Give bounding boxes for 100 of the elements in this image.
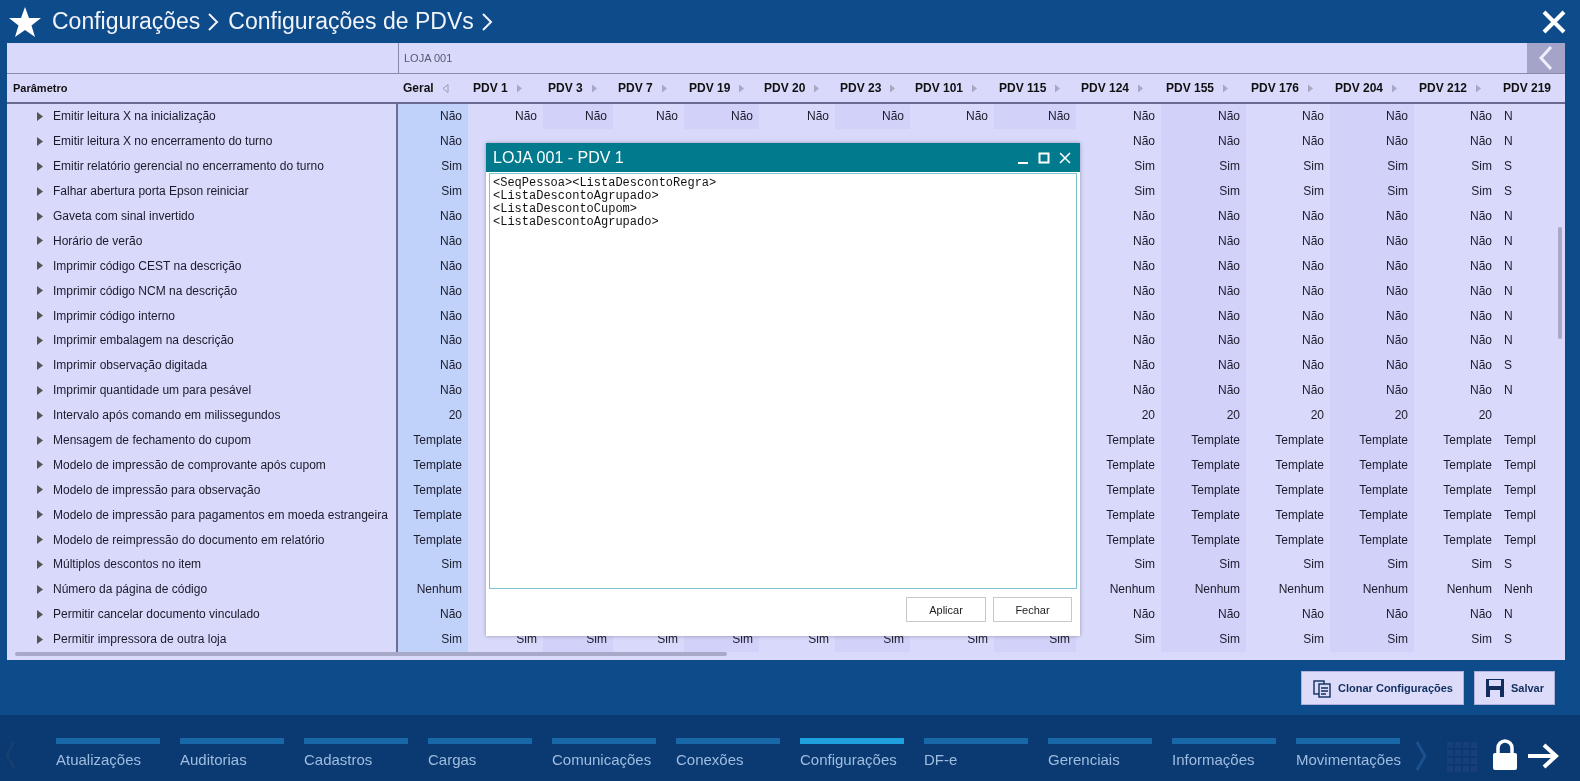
- table-cell[interactable]: Não: [1330, 352, 1414, 378]
- table-cell[interactable]: Não: [1330, 377, 1414, 403]
- column-header[interactable]: PDV 101: [915, 81, 964, 95]
- nav-tab[interactable]: Gerenciais: [1048, 715, 1172, 768]
- table-cell[interactable]: Não: [468, 104, 543, 129]
- nav-tab[interactable]: Conexões: [676, 715, 800, 768]
- table-cell[interactable]: Não: [835, 104, 910, 129]
- table-cell[interactable]: Não: [1246, 601, 1330, 627]
- table-cell[interactable]: 20: [1076, 402, 1161, 428]
- table-cell[interactable]: Não: [1246, 228, 1330, 254]
- table-cell[interactable]: Template: [1076, 427, 1161, 453]
- table-cell[interactable]: Não: [1161, 601, 1246, 627]
- column-header[interactable]: PDV 204: [1335, 81, 1384, 95]
- table-cell[interactable]: Não: [398, 303, 468, 328]
- table-cell[interactable]: Não: [1330, 128, 1414, 154]
- table-cell[interactable]: N: [1498, 128, 1553, 154]
- table-cell[interactable]: Sim: [1076, 626, 1161, 652]
- table-cell[interactable]: Nenhum: [1330, 576, 1414, 602]
- table-cell[interactable]: Nenhum: [1414, 576, 1498, 602]
- dialog-button[interactable]: Aplicar: [906, 597, 986, 622]
- table-cell[interactable]: Não: [613, 104, 684, 129]
- expand-arrow-icon[interactable]: [37, 460, 43, 470]
- table-cell[interactable]: Template: [1330, 452, 1414, 478]
- nav-tab[interactable]: Atualizações: [56, 715, 180, 768]
- table-cell[interactable]: N: [1498, 203, 1553, 229]
- table-cell[interactable]: Nenh: [1498, 576, 1553, 602]
- table-cell[interactable]: Não: [1414, 128, 1498, 154]
- table-cell[interactable]: Não: [1161, 228, 1246, 254]
- table-cell[interactable]: S: [1498, 626, 1553, 652]
- table-cell[interactable]: Template: [398, 427, 468, 453]
- expand-arrow-icon[interactable]: [37, 435, 43, 445]
- expand-arrow-icon[interactable]: [37, 236, 43, 246]
- table-cell[interactable]: Template: [1414, 477, 1498, 503]
- table-cell[interactable]: Não: [1414, 328, 1498, 353]
- table-cell[interactable]: Não: [1414, 278, 1498, 304]
- table-cell[interactable]: Não: [1246, 203, 1330, 229]
- table-cell[interactable]: Não: [398, 601, 468, 627]
- table-cell[interactable]: Sim: [1076, 178, 1161, 204]
- table-cell[interactable]: Template: [1246, 452, 1330, 478]
- table-cell[interactable]: Sim: [398, 178, 468, 204]
- nav-tab[interactable]: Cadastros: [304, 715, 428, 768]
- table-cell[interactable]: Sim: [1161, 552, 1246, 577]
- table-cell[interactable]: Template: [1414, 452, 1498, 478]
- table-cell[interactable]: Template: [1161, 477, 1246, 503]
- table-cell[interactable]: Não: [1414, 203, 1498, 229]
- table-cell[interactable]: Template: [1414, 502, 1498, 528]
- column-header[interactable]: PDV 7: [618, 81, 653, 95]
- table-cell[interactable]: Template: [1414, 427, 1498, 453]
- maximize-icon[interactable]: [1038, 151, 1050, 164]
- table-cell[interactable]: Não: [1246, 278, 1330, 304]
- table-cell[interactable]: Templ: [1498, 527, 1553, 553]
- table-cell[interactable]: 20: [1161, 402, 1246, 428]
- table-cell[interactable]: N: [1498, 278, 1553, 304]
- expand-arrow-icon[interactable]: [37, 559, 43, 569]
- table-cell[interactable]: N: [1498, 377, 1553, 403]
- nav-tab[interactable]: Comunicações: [552, 715, 676, 768]
- table-cell[interactable]: S: [1498, 352, 1553, 378]
- nav-tab[interactable]: DF-e: [924, 715, 1048, 768]
- table-cell[interactable]: Sim: [398, 552, 468, 577]
- expand-arrow-icon[interactable]: [37, 211, 43, 221]
- table-cell[interactable]: Não: [1076, 328, 1161, 353]
- table-cell[interactable]: Sim: [1330, 552, 1414, 577]
- table-cell[interactable]: Não: [994, 104, 1076, 129]
- table-cell[interactable]: Sim: [1076, 552, 1161, 577]
- table-cell[interactable]: Template: [398, 527, 468, 553]
- table-cell[interactable]: Não: [1414, 253, 1498, 279]
- column-header[interactable]: PDV 1: [473, 81, 508, 95]
- table-cell[interactable]: Template: [1076, 477, 1161, 503]
- close-icon[interactable]: [1542, 9, 1566, 34]
- table-cell[interactable]: Não: [1246, 128, 1330, 154]
- column-header[interactable]: PDV 3: [548, 81, 583, 95]
- table-cell[interactable]: Não: [1330, 228, 1414, 254]
- column-header[interactable]: PDV 23: [840, 81, 882, 95]
- table-cell[interactable]: Template: [398, 502, 468, 528]
- table-cell[interactable]: Não: [1330, 203, 1414, 229]
- column-header[interactable]: PDV 212: [1419, 81, 1468, 95]
- table-cell[interactable]: Não: [1330, 328, 1414, 353]
- expand-arrow-icon[interactable]: [37, 609, 43, 619]
- table-cell[interactable]: Template: [1161, 427, 1246, 453]
- table-cell[interactable]: Não: [543, 104, 613, 129]
- table-cell[interactable]: 20: [1414, 402, 1498, 428]
- expand-arrow-icon[interactable]: [37, 186, 43, 196]
- column-header[interactable]: PDV 155: [1166, 81, 1215, 95]
- table-cell[interactable]: Template: [1330, 427, 1414, 453]
- table-cell[interactable]: Template: [1330, 527, 1414, 553]
- table-cell[interactable]: Não: [1414, 228, 1498, 254]
- table-cell[interactable]: Templ: [1498, 477, 1553, 503]
- table-cell[interactable]: Não: [398, 328, 468, 353]
- text-area[interactable]: <SeqPessoa><ListaDescontoRegra> <ListaDescontoAgrupado> <ListaDescontoCupom> <ListaDescontoAgrupado>: [489, 173, 1077, 589]
- table-cell[interactable]: Sim: [1161, 626, 1246, 652]
- table-cell[interactable]: Não: [1246, 328, 1330, 353]
- table-cell[interactable]: Não: [1076, 104, 1161, 129]
- table-cell[interactable]: Template: [1246, 427, 1330, 453]
- nav-tab[interactable]: Informações: [1172, 715, 1296, 768]
- table-cell[interactable]: Não: [1076, 377, 1161, 403]
- column-header[interactable]: PDV 115: [999, 81, 1047, 95]
- table-cell[interactable]: Não: [398, 352, 468, 378]
- action-button[interactable]: Salvar: [1473, 671, 1555, 705]
- expand-arrow-icon[interactable]: [37, 136, 43, 146]
- table-cell[interactable]: 20: [1246, 402, 1330, 428]
